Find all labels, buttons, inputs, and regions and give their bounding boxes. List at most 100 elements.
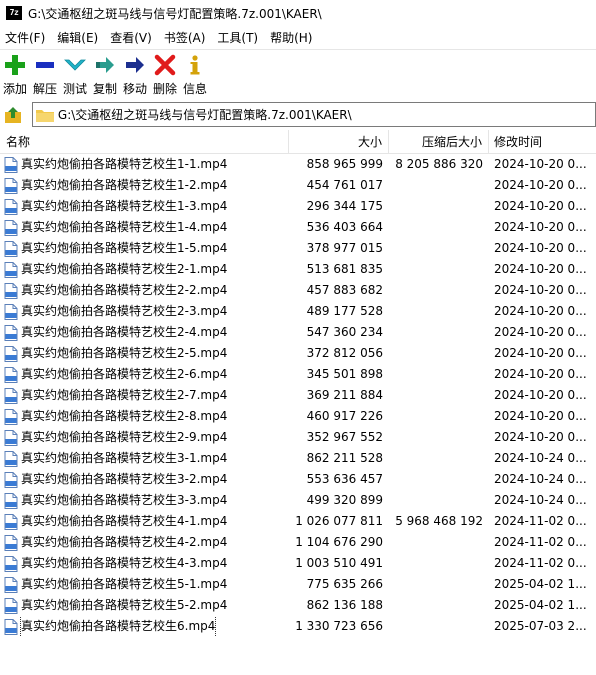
menu-bookmarks[interactable]: 书签(A) xyxy=(159,29,213,46)
file-name: 真实约炮偷拍各路模特艺校生2-5.mp4 xyxy=(21,346,228,360)
column-mtime-header[interactable]: 修改时间 xyxy=(489,130,596,154)
file-row[interactable]: 真实约炮偷拍各路模特艺校生1-2.mp4 454 761 017 2024-10-2… xyxy=(0,175,596,196)
file-mtime: 2024-10-24 0... xyxy=(494,472,587,486)
file-mtime: 2024-10-20 0... xyxy=(494,220,587,234)
file-row[interactable]: 真实约炮偷拍各路模特艺校生2-8.mp4 460 917 226 2024-10-2… xyxy=(0,406,596,427)
add-label: 添加 xyxy=(2,82,27,96)
file-packed-size xyxy=(389,448,489,469)
app-logo-icon: 7z xyxy=(6,6,22,20)
file-mtime: 2024-10-20 0... xyxy=(494,409,587,423)
file-name: 真实约炮偷拍各路模特艺校生5-2.mp4 xyxy=(21,598,228,612)
file-mtime: 2024-10-20 0... xyxy=(494,367,587,381)
file-name: 真实约炮偷拍各路模特艺校生1-1.mp4 xyxy=(21,157,228,171)
file-row[interactable]: 真实约炮偷拍各路模特艺校生2-3.mp4 489 177 528 2024-10-2… xyxy=(0,301,596,322)
menu-edit[interactable]: 编辑(E) xyxy=(52,29,105,46)
file-row[interactable]: 真实约炮偷拍各路模特艺校生3-3.mp4 499 320 899 2024-10-2… xyxy=(0,490,596,511)
file-name: 真实约炮偷拍各路模特艺校生2-2.mp4 xyxy=(21,283,228,297)
copy-button[interactable]: 复制 xyxy=(90,50,120,97)
file-size: 547 360 234 xyxy=(306,325,383,339)
file-row[interactable]: 真实约炮偷拍各路模特艺校生2-5.mp4 372 812 056 2024-10-2… xyxy=(0,343,596,364)
file-row[interactable]: 真实约炮偷拍各路模特艺校生4-3.mp4 1 003 510 491 2024-11… xyxy=(0,553,596,574)
file-row[interactable]: 真实约炮偷拍各路模特艺校生3-2.mp4 553 636 457 2024-10-2… xyxy=(0,469,596,490)
file-row[interactable]: 真实约炮偷拍各路模特艺校生5-2.mp4 862 136 188 2025-04-0… xyxy=(0,595,596,616)
file-name-cell: 真实约炮偷拍各路模特艺校生5-1.mp4 xyxy=(0,574,289,595)
file-packed-size xyxy=(389,322,489,343)
path-text: G:\交通枢纽之斑马线与信号灯配置策略.7z.001\KAER\ xyxy=(57,108,352,122)
file-size: 345 501 898 xyxy=(306,367,383,381)
file-packed-size xyxy=(389,343,489,364)
video-file-icon xyxy=(4,576,18,593)
file-packed-size xyxy=(389,427,489,448)
video-file-icon xyxy=(4,513,18,530)
file-row[interactable]: 真实约炮偷拍各路模特艺校生2-2.mp4 457 883 682 2024-10-2… xyxy=(0,280,596,301)
file-row[interactable]: 真实约炮偷拍各路模特艺校生1-1.mp4 858 965 999 8 205 886… xyxy=(0,154,596,175)
file-size: 296 344 175 xyxy=(306,199,383,213)
file-packed-size xyxy=(389,217,489,238)
menu-tools[interactable]: 工具(T) xyxy=(212,29,265,46)
menu-help[interactable]: 帮助(H) xyxy=(265,29,319,46)
menu-file[interactable]: 文件(F) xyxy=(0,29,52,46)
file-name: 真实约炮偷拍各路模特艺校生2-4.mp4 xyxy=(21,325,228,339)
file-row[interactable]: 真实约炮偷拍各路模特艺校生1-4.mp4 536 403 664 2024-10-2… xyxy=(0,217,596,238)
video-file-icon xyxy=(4,345,18,362)
file-mtime: 2024-10-20 0... xyxy=(494,346,587,360)
file-size: 775 635 266 xyxy=(306,577,383,591)
file-row[interactable]: 真实约炮偷拍各路模特艺校生3-1.mp4 862 211 528 2024-10-2… xyxy=(0,448,596,469)
file-name-cell: 真实约炮偷拍各路模特艺校生1-5.mp4 xyxy=(0,238,289,259)
file-mtime: 2024-10-20 0... xyxy=(494,388,587,402)
column-packed-header[interactable]: 压缩后大小 xyxy=(389,129,489,154)
extract-button[interactable]: 解压 xyxy=(30,50,60,97)
file-packed-size xyxy=(389,490,489,511)
file-mtime: 2025-04-02 1... xyxy=(494,577,587,591)
file-row[interactable]: 真实约炮偷拍各路模特艺校生5-1.mp4 775 635 266 2025-04-0… xyxy=(0,574,596,595)
video-file-icon xyxy=(4,492,18,509)
file-name-cell: 真实约炮偷拍各路模特艺校生2-7.mp4 xyxy=(0,385,289,406)
go-up-button[interactable] xyxy=(2,104,24,126)
file-mtime: 2024-10-24 0... xyxy=(494,493,587,507)
file-row[interactable]: 真实约炮偷拍各路模特艺校生2-9.mp4 352 967 552 2024-10-2… xyxy=(0,427,596,448)
info-button[interactable]: 信息 xyxy=(180,50,210,97)
file-packed-size xyxy=(389,532,489,553)
file-row[interactable]: 真实约炮偷拍各路模特艺校生1-3.mp4 296 344 175 2024-10-2… xyxy=(0,196,596,217)
test-button[interactable]: 测试 xyxy=(60,50,90,97)
file-size: 862 136 188 xyxy=(306,598,383,612)
add-button[interactable]: 添加 xyxy=(0,50,30,97)
file-mtime: 2024-10-20 0... xyxy=(494,157,587,171)
video-file-icon xyxy=(4,261,18,278)
toolbar: 添加 解压 测试 复制 移动 删除 信息 xyxy=(0,49,596,97)
file-row[interactable]: 真实约炮偷拍各路模特艺校生4-2.mp4 1 104 676 290 2024-11… xyxy=(0,532,596,553)
column-size-header[interactable]: 大小 xyxy=(289,129,389,154)
info-label: 信息 xyxy=(182,82,207,96)
test-label: 测试 xyxy=(62,82,87,96)
delete-button[interactable]: 删除 xyxy=(150,50,180,97)
file-row[interactable]: 真实约炮偷拍各路模特艺校生1-5.mp4 378 977 015 2024-10-2… xyxy=(0,238,596,259)
file-mtime: 2024-10-20 0... xyxy=(494,241,587,255)
title-bar: 7z G:\交通枢纽之斑马线与信号灯配置策略.7z.001\KAER\ xyxy=(0,0,596,26)
menu-view[interactable]: 查看(V) xyxy=(105,29,159,46)
file-name: 真实约炮偷拍各路模特艺校生1-5.mp4 xyxy=(21,241,228,255)
file-mtime: 2024-10-24 0... xyxy=(494,451,587,465)
file-packed-size xyxy=(389,595,489,616)
video-file-icon xyxy=(4,366,18,383)
plus-icon xyxy=(3,53,27,77)
video-file-icon xyxy=(4,618,18,635)
file-packed-size: 5 968 468 192 xyxy=(395,514,483,528)
column-name-header[interactable]: 名称 xyxy=(0,129,289,154)
file-row[interactable]: 真实约炮偷拍各路模特艺校生2-6.mp4 345 501 898 2024-10-2… xyxy=(0,364,596,385)
file-name: 真实约炮偷拍各路模特艺校生1-4.mp4 xyxy=(21,220,228,234)
video-file-icon xyxy=(4,471,18,488)
minus-icon xyxy=(33,53,57,77)
file-row[interactable]: 真实约炮偷拍各路模特艺校生2-4.mp4 547 360 234 2024-10-2… xyxy=(0,322,596,343)
move-button[interactable]: 移动 xyxy=(120,50,150,97)
file-size: 862 211 528 xyxy=(306,451,383,465)
file-packed-size xyxy=(389,385,489,406)
file-name: 真实约炮偷拍各路模特艺校生4-1.mp4 xyxy=(21,514,228,528)
file-row[interactable]: 真实约炮偷拍各路模特艺校生2-1.mp4 513 681 835 2024-10-2… xyxy=(0,259,596,280)
file-size: 460 917 226 xyxy=(306,409,383,423)
path-field[interactable]: G:\交通枢纽之斑马线与信号灯配置策略.7z.001\KAER\ xyxy=(31,102,596,127)
file-size: 536 403 664 xyxy=(306,220,383,234)
video-file-icon xyxy=(4,387,18,404)
file-row[interactable]: 真实约炮偷拍各路模特艺校生2-7.mp4 369 211 884 2024-10-2… xyxy=(0,385,596,406)
file-row[interactable]: 真实约炮偷拍各路模特艺校生6.mp4 1 330 723 656 2025-07-0… xyxy=(0,616,596,637)
file-row[interactable]: 真实约炮偷拍各路模特艺校生4-1.mp4 1 026 077 811 5 968 4… xyxy=(0,511,596,532)
